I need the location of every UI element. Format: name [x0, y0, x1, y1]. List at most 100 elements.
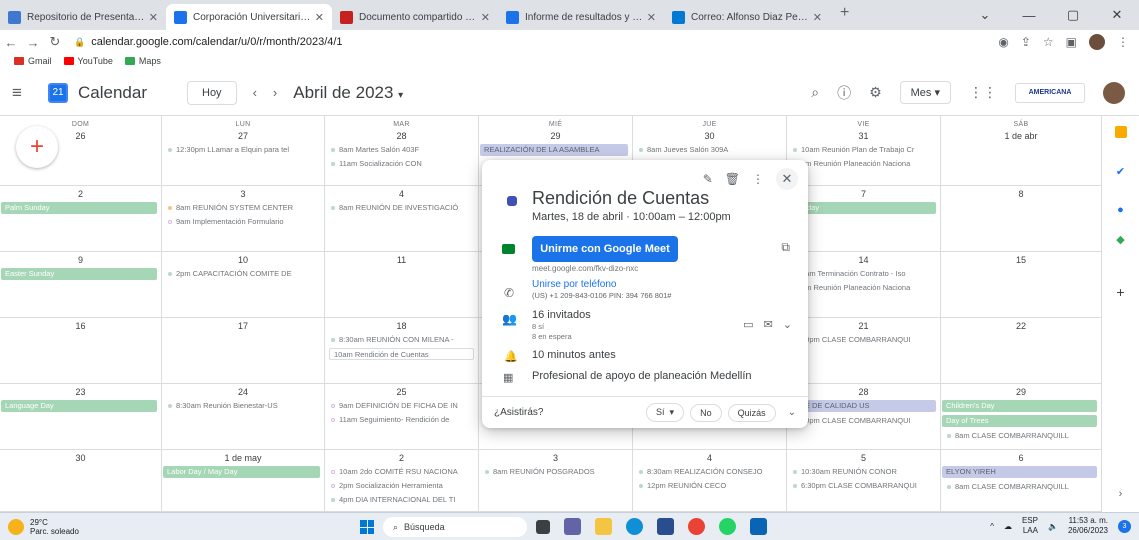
clock[interactable]: 11:53 a. m. 26/06/2023 [1068, 516, 1108, 536]
calendar-event[interactable]: 8:30am REUNIÓN CON MILENA - [331, 334, 474, 345]
day-cell[interactable]: 3 8am REUNIÓN SYSTEM CENTER 9am Implementa… [162, 186, 325, 251]
tab-close-icon[interactable]: ✕ [315, 11, 324, 24]
taskbar-search[interactable]: ⌕ Búsqueda [383, 517, 527, 537]
day-cell[interactable]: 1 de may Labor Day / May Day [162, 450, 325, 511]
rsvp-no-button[interactable]: No [690, 403, 722, 422]
calendar-event[interactable]: Palm Sunday [1, 202, 157, 214]
day-cell[interactable]: 16 [0, 318, 162, 383]
browser-tab[interactable]: Correo: Alfonso Diaz Pertuz - Ou ✕ [664, 4, 830, 30]
day-number[interactable]: 29 [479, 131, 632, 141]
calendar-event[interactable]: pm Reunión Planeación Naciona [793, 282, 936, 293]
tab-close-icon[interactable]: ✕ [149, 11, 158, 24]
day-cell[interactable]: 17 [162, 318, 325, 383]
day-number[interactable]: 23 [0, 387, 161, 397]
bookmark-item[interactable]: YouTube [63, 56, 113, 66]
day-number[interactable]: 3 [162, 189, 324, 199]
day-cell[interactable]: 23 Language Day [0, 384, 162, 449]
day-number[interactable]: 30 [633, 131, 786, 141]
day-number[interactable]: 5 [787, 453, 940, 463]
day-number[interactable]: 30 [0, 453, 161, 463]
day-cell[interactable]: 10 2pm CAPACITACIÓN COMITE DE [162, 252, 325, 317]
calendar-event[interactable]: 11am Seguimiento- Rendición de [331, 414, 474, 425]
day-cell[interactable]: 28 MITÉ DE CALIDAD US 30pm CLASE COMBARRAN… [787, 384, 941, 449]
calendar-event[interactable]: 2pm Socialización Herramienta [331, 480, 474, 491]
calendar-event[interactable]: 11am Socialización CON [331, 158, 474, 169]
keep-icon[interactable] [1114, 126, 1127, 138]
day-number[interactable]: 17 [162, 321, 324, 331]
browser-menu-icon[interactable]: ⋮ [1117, 35, 1129, 49]
forward-icon[interactable]: → [22, 35, 44, 50]
minimize-icon[interactable]: — [1007, 8, 1051, 23]
day-number[interactable]: 7 [787, 189, 940, 199]
maximize-icon[interactable]: ▢ [1051, 7, 1095, 23]
day-number[interactable]: 31 [787, 131, 940, 141]
tab-close-icon[interactable]: ✕ [481, 11, 490, 24]
month-title[interactable]: Abril de 2023 ▾ [293, 83, 403, 103]
task-view-icon[interactable] [536, 520, 550, 534]
copy-icon[interactable]: ⧉ [781, 240, 790, 255]
add-addon-icon[interactable]: + [1115, 285, 1127, 299]
url-field[interactable]: 🔒 calendar.google.com/calendar/u/0/r/mon… [74, 36, 998, 48]
collapse-panel-icon[interactable]: › [1115, 488, 1127, 500]
back-icon[interactable]: ← [0, 35, 22, 50]
calendar-event[interactable]: Children's Day [942, 400, 1097, 412]
today-button[interactable]: Hoy [187, 80, 237, 105]
day-number[interactable]: 8 [941, 189, 1101, 199]
day-number[interactable]: 15 [941, 255, 1101, 265]
weather-widget[interactable]: 29°C Parc. soleado [8, 518, 79, 536]
calendar-event[interactable]: 9am DEFINICIÓN DE FICHA DE IN [331, 400, 474, 411]
calendar-event[interactable]: 8am REUNIÓN DE INVESTIGACIÓ [331, 202, 474, 213]
day-number[interactable]: 1 de abr [941, 131, 1101, 141]
new-tab-button[interactable]: + [830, 4, 859, 26]
day-cell[interactable]: 24 8:30am Reunión Bienestar-US [162, 384, 325, 449]
day-cell[interactable]: LUN 27 12:30pm LLamar a Elquin para tel [162, 116, 325, 185]
calendar-event[interactable]: 8am REUNIÓN POSGRADOS [485, 466, 628, 477]
day-number[interactable]: 9 [0, 255, 161, 265]
day-cell[interactable]: 2 Palm Sunday [0, 186, 162, 251]
calendar-event[interactable]: 10:30am REUNIÓN CONOR [793, 466, 936, 477]
calendar-event[interactable]: 10am Reunión Plan de Trabajo Cr [793, 144, 936, 155]
calendar-event[interactable]: 8am Martes Salón 403F [331, 144, 474, 155]
windows-start-icon[interactable] [360, 520, 374, 534]
calendar-event[interactable]: 2pm CAPACITACIÓN COMITE DE [168, 268, 320, 279]
prev-month-icon[interactable]: ‹ [253, 85, 257, 100]
day-cell[interactable]: 4 8am REUNIÓN DE INVESTIGACIÓ [325, 186, 479, 251]
sidebar-icon[interactable]: ▣ [1066, 35, 1077, 49]
day-number[interactable]: 16 [0, 321, 161, 331]
day-number[interactable]: 27 [162, 131, 324, 141]
day-number[interactable]: 18 [325, 321, 478, 331]
day-number[interactable]: 2 [325, 453, 478, 463]
more-options-icon[interactable]: ⋮ [752, 172, 764, 186]
day-cell[interactable]: 4 8:30am REALIZACIÓN CONSEJO 12pm REUNIÓN … [633, 450, 787, 511]
close-popup-icon[interactable]: ✕ [776, 168, 798, 190]
browser-tab[interactable]: Corporación Universitaria Ameri ✕ [166, 4, 332, 30]
search-icon[interactable]: ⌕ [811, 84, 819, 101]
calendar-event[interactable]: Day of Trees [942, 415, 1097, 427]
tab-search-icon[interactable]: ⌄ [963, 7, 1007, 23]
notification-badge[interactable]: 3 [1118, 519, 1131, 533]
calendar-event[interactable]: 8am REUNIÓN SYSTEM CENTER [168, 202, 320, 213]
tab-close-icon[interactable]: ✕ [813, 11, 822, 24]
view-selector[interactable]: Mes ▾ [899, 81, 951, 104]
day-cell[interactable]: 3 8am REUNIÓN POSGRADOS [479, 450, 633, 511]
calendar-event[interactable]: Easter Sunday [1, 268, 157, 280]
language-indicator[interactable]: ESP LAA [1022, 516, 1038, 536]
profile-avatar-icon[interactable] [1089, 34, 1105, 50]
day-cell[interactable]: 2 10am 2do COMITÉ RSU NACIONA 2pm Socializ… [325, 450, 479, 511]
day-number[interactable]: 29 [941, 387, 1101, 397]
day-cell[interactable]: VIE 31 10am Reunión Plan de Trabajo Cr pm R… [787, 116, 941, 185]
browser-tab[interactable]: Informe de resultados y evaluaci ✕ [498, 4, 664, 30]
day-cell[interactable]: 9 Easter Sunday [0, 252, 162, 317]
apps-grid-icon[interactable]: ⋮⋮ [969, 84, 997, 101]
calendar-event[interactable]: 8am CLASE COMBARRANQUILL [947, 430, 1097, 441]
calendar-event[interactable]: pm Reunión Planeación Naciona [793, 158, 936, 169]
calendar-event[interactable]: 4pm DIA INTERNACIONAL DEL TI [331, 494, 474, 505]
lock-icon[interactable]: 🔒 [74, 37, 85, 48]
help-icon[interactable]: ⓘ [837, 83, 851, 103]
create-event-button[interactable]: + [16, 126, 58, 168]
share-icon[interactable]: ⇪ [1021, 35, 1031, 49]
day-cell[interactable]: 21 30pm CLASE COMBARRANQUI [787, 318, 941, 383]
reload-icon[interactable]: ↻ [44, 34, 66, 50]
calendar-event[interactable]: 12pm REUNIÓN CECO [639, 480, 782, 491]
day-cell[interactable]: 7 d Friday [787, 186, 941, 251]
